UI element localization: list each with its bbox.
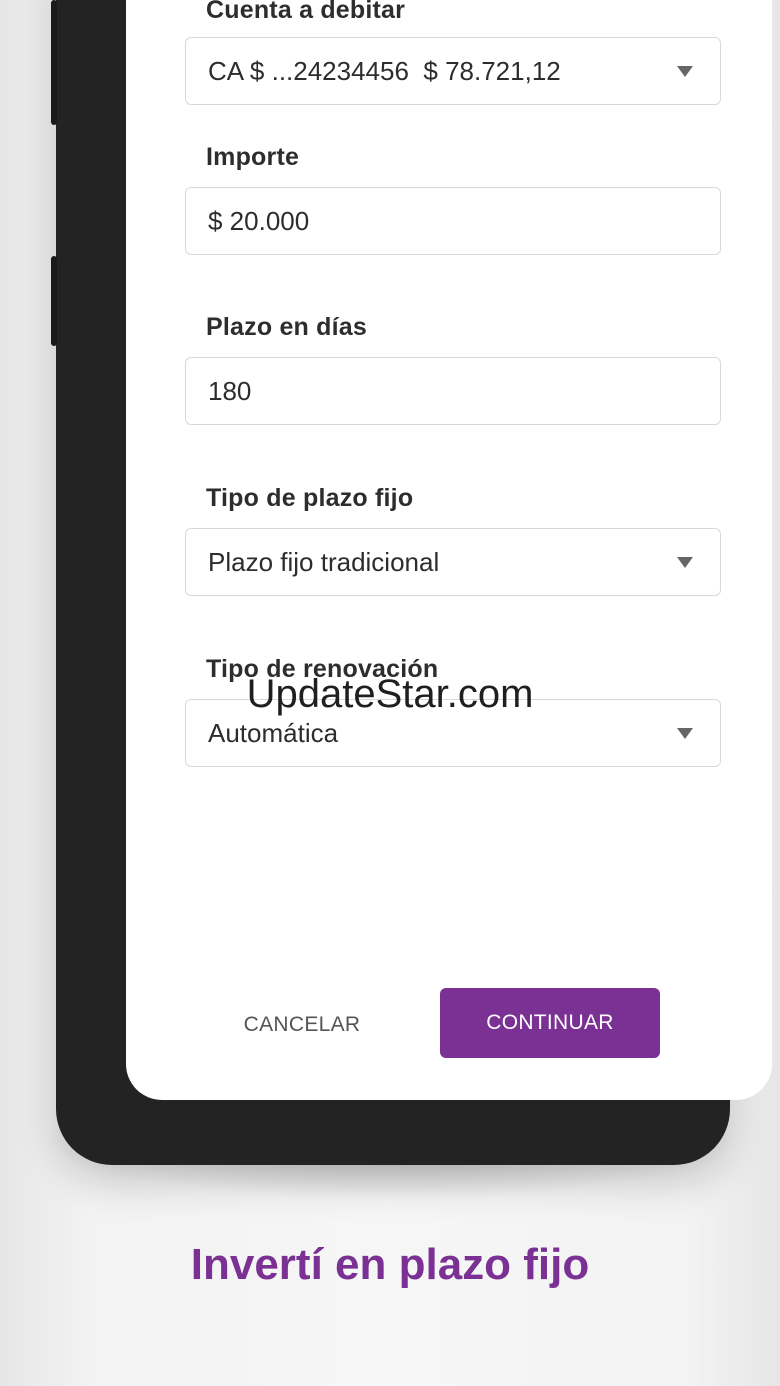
renovacion-value: Automática: [208, 717, 339, 748]
phone-side-button: [51, 0, 57, 125]
cuenta-select[interactable]: CA $ ...24234456 $ 78.721,12: [185, 37, 721, 105]
tipo-plazo-value: Plazo fijo tradicional: [208, 546, 440, 577]
chevron-down-icon: [677, 556, 693, 568]
cuenta-label: Cuenta a debitar: [206, 0, 406, 24]
plazo-label: Plazo en días: [206, 313, 367, 341]
promo-tagline: Invertí en plazo fijo: [190, 1240, 590, 1289]
importe-value: $ 20.000: [208, 205, 310, 236]
continue-button[interactable]: CONTINUAR: [440, 988, 660, 1058]
tipo-plazo-select[interactable]: Plazo fijo tradicional: [185, 528, 721, 596]
chevron-down-icon: [677, 727, 693, 739]
cancel-button[interactable]: CANCELAR: [234, 1000, 370, 1050]
plazo-input[interactable]: 180: [185, 357, 721, 425]
plazo-value: 180: [208, 375, 252, 406]
phone-side-button: [51, 256, 57, 346]
cuenta-value: CA $ ...24234456 $ 78.721,12: [208, 55, 561, 86]
renovacion-label: Tipo de renovación: [206, 655, 439, 683]
tipo-plazo-label: Tipo de plazo fijo: [206, 484, 414, 512]
chevron-down-icon: [677, 65, 693, 77]
importe-label: Importe: [206, 143, 300, 171]
importe-input[interactable]: $ 20.000: [185, 187, 721, 255]
app-screen: Cuenta a debitar CA $ ...24234456 $ 78.7…: [126, 0, 772, 1100]
phone-frame: Cuenta a debitar CA $ ...24234456 $ 78.7…: [51, 0, 772, 1165]
renovacion-select[interactable]: Automática: [185, 699, 721, 767]
